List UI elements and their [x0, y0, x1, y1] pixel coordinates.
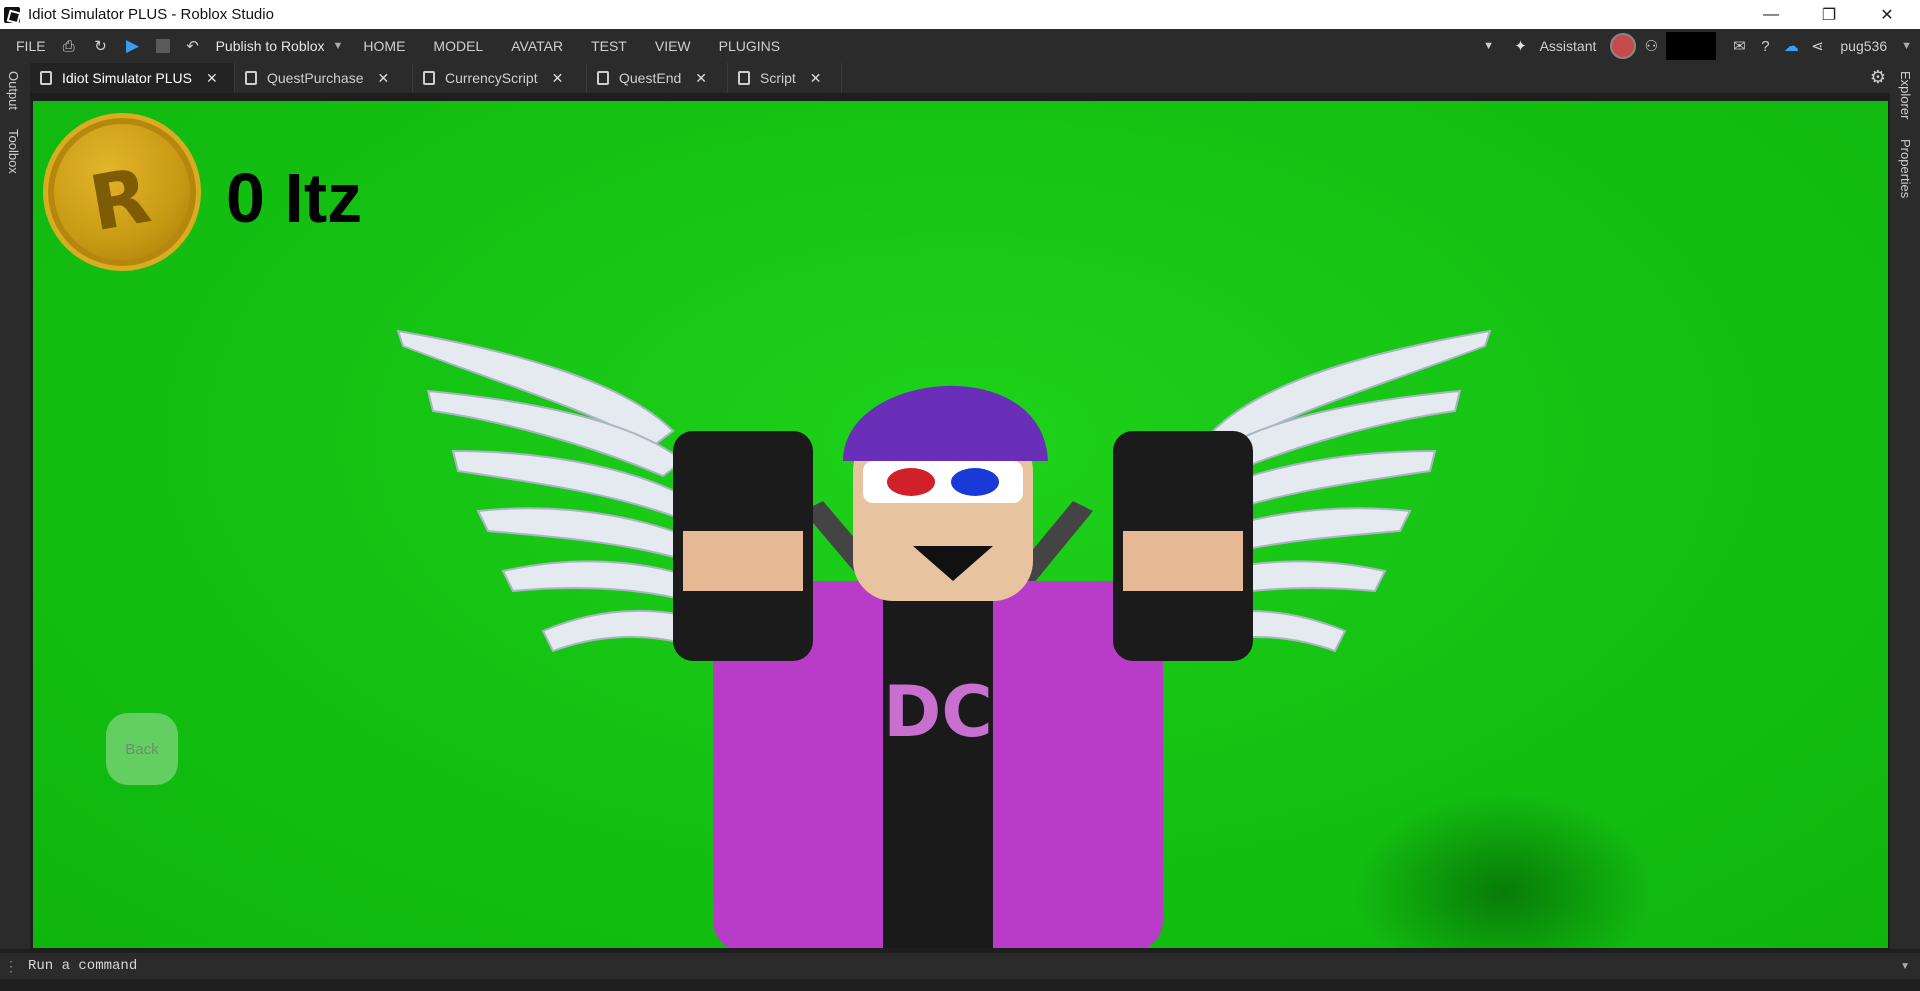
avatar-torso-center-stripe [883, 581, 993, 948]
assistant-button[interactable]: Assistant [1540, 38, 1597, 54]
coin-letter: R [83, 150, 157, 249]
team-icon[interactable]: ⚇ [1642, 37, 1660, 55]
chevron-down-icon[interactable]: ▼ [1900, 961, 1910, 972]
undo-icon[interactable]: ↶ [184, 37, 202, 55]
command-bar: ⋮ Run a command ▼ [0, 953, 1920, 979]
tab-label: QuestPurchase [267, 70, 364, 86]
menu-model[interactable]: MODEL [433, 38, 483, 54]
tab-label: QuestEnd [619, 70, 682, 86]
publish-button[interactable]: Publish to Roblox [216, 38, 325, 54]
properties-panel-tab[interactable]: Properties [1898, 139, 1913, 198]
script-icon [597, 71, 609, 85]
menu-view[interactable]: VIEW [655, 38, 691, 54]
user-dropdown-icon[interactable]: ▼ [1901, 40, 1912, 52]
robux-coin-icon: R [43, 113, 201, 271]
document-tabs: Idiot Simulator PLUS ✕ QuestPurchase ✕ C… [30, 63, 1890, 93]
redo-icon[interactable]: ↻ [92, 37, 110, 55]
drag-handle-icon[interactable]: ⋮ [4, 958, 18, 975]
avatar-left-arm-skin [683, 531, 803, 591]
right-dock-rail: Explorer Properties [1890, 63, 1920, 949]
restore-button[interactable]: ❐ [1800, 0, 1858, 29]
toolbox-panel-tab[interactable]: Toolbox [6, 129, 21, 174]
publish-dropdown-icon[interactable]: ▼ [333, 40, 344, 52]
stop-icon[interactable] [155, 39, 170, 53]
left-dock-rail: Output Toolbox [0, 63, 30, 949]
script-icon [738, 71, 750, 85]
sparkle-icon[interactable]: ✦ [1512, 37, 1530, 55]
tab-label: Script [760, 70, 796, 86]
output-panel-tab[interactable]: Output [6, 71, 21, 110]
glasses-red-lens [887, 468, 935, 496]
menu-bar: FILE ⎙ ↻ ▶ ↶ Publish to Roblox ▼ HOME MO… [0, 29, 1920, 63]
window-title: Idiot Simulator PLUS - Roblox Studio [28, 6, 274, 23]
redacted-box [1666, 32, 1717, 60]
tab-idiot-simulator-plus[interactable]: Idiot Simulator PLUS ✕ [30, 63, 235, 93]
tab-currencyscript[interactable]: CurrencyScript ✕ [413, 63, 587, 93]
glasses-blue-lens [951, 468, 999, 496]
avatar-right-arm-skin [1123, 531, 1243, 591]
file-menu[interactable]: FILE [16, 38, 46, 54]
status-strip [0, 979, 1920, 991]
help-icon[interactable]: ? [1756, 37, 1774, 55]
save-icon[interactable]: ⎙ [60, 37, 78, 55]
tab-script[interactable]: Script ✕ [728, 63, 842, 93]
menu-home[interactable]: HOME [363, 38, 405, 54]
cloud-icon[interactable]: ☁ [1782, 37, 1800, 55]
menu-plugins[interactable]: PLUGINS [719, 38, 780, 54]
minimize-button[interactable]: — [1742, 0, 1800, 29]
chat-icon[interactable]: ✉ [1730, 37, 1748, 55]
game-viewport[interactable]: DC R 0 Itz Back [33, 101, 1888, 948]
script-icon [245, 71, 257, 85]
wings-left [396, 329, 710, 653]
play-icon[interactable]: ▶ [124, 36, 142, 55]
avatar[interactable] [1610, 33, 1637, 59]
close-icon[interactable]: ✕ [695, 70, 707, 87]
menu-avatar[interactable]: AVATAR [511, 38, 563, 54]
command-input[interactable]: Run a command [28, 958, 137, 974]
place-file-icon [40, 71, 52, 85]
close-icon[interactable]: ✕ [378, 70, 390, 87]
title-bar: Idiot Simulator PLUS - Roblox Studio — ❐… [0, 0, 1920, 29]
dc-logo: DC [883, 671, 992, 753]
close-window-button[interactable]: ✕ [1858, 0, 1916, 29]
menubar-right-group: ▼ ✦ Assistant ⚇ ✉ ? ☁ ⋖ pug536 ▼ [1466, 29, 1920, 63]
tab-questend[interactable]: QuestEnd ✕ [587, 63, 728, 93]
chevron-down-icon[interactable]: ▼ [1480, 37, 1498, 55]
tab-questpurchase[interactable]: QuestPurchase ✕ [235, 63, 413, 93]
back-button[interactable]: Back [106, 713, 178, 785]
tab-label: Idiot Simulator PLUS [62, 70, 192, 86]
avatar-hat [843, 385, 1048, 461]
menu-test[interactable]: TEST [591, 38, 627, 54]
share-icon[interactable]: ⋖ [1808, 37, 1826, 55]
close-icon[interactable]: ✕ [552, 70, 564, 87]
currency-amount-label: 0 Itz [226, 159, 363, 237]
close-icon[interactable]: ✕ [206, 70, 218, 87]
explorer-panel-tab[interactable]: Explorer [1898, 71, 1913, 119]
close-icon[interactable]: ✕ [810, 70, 822, 87]
script-icon [423, 71, 435, 85]
tab-label: CurrencyScript [445, 70, 538, 86]
username-label[interactable]: pug536 [1840, 38, 1887, 54]
roblox-studio-logo-icon [4, 6, 20, 23]
gear-icon[interactable]: ⚙ [1870, 67, 1886, 88]
